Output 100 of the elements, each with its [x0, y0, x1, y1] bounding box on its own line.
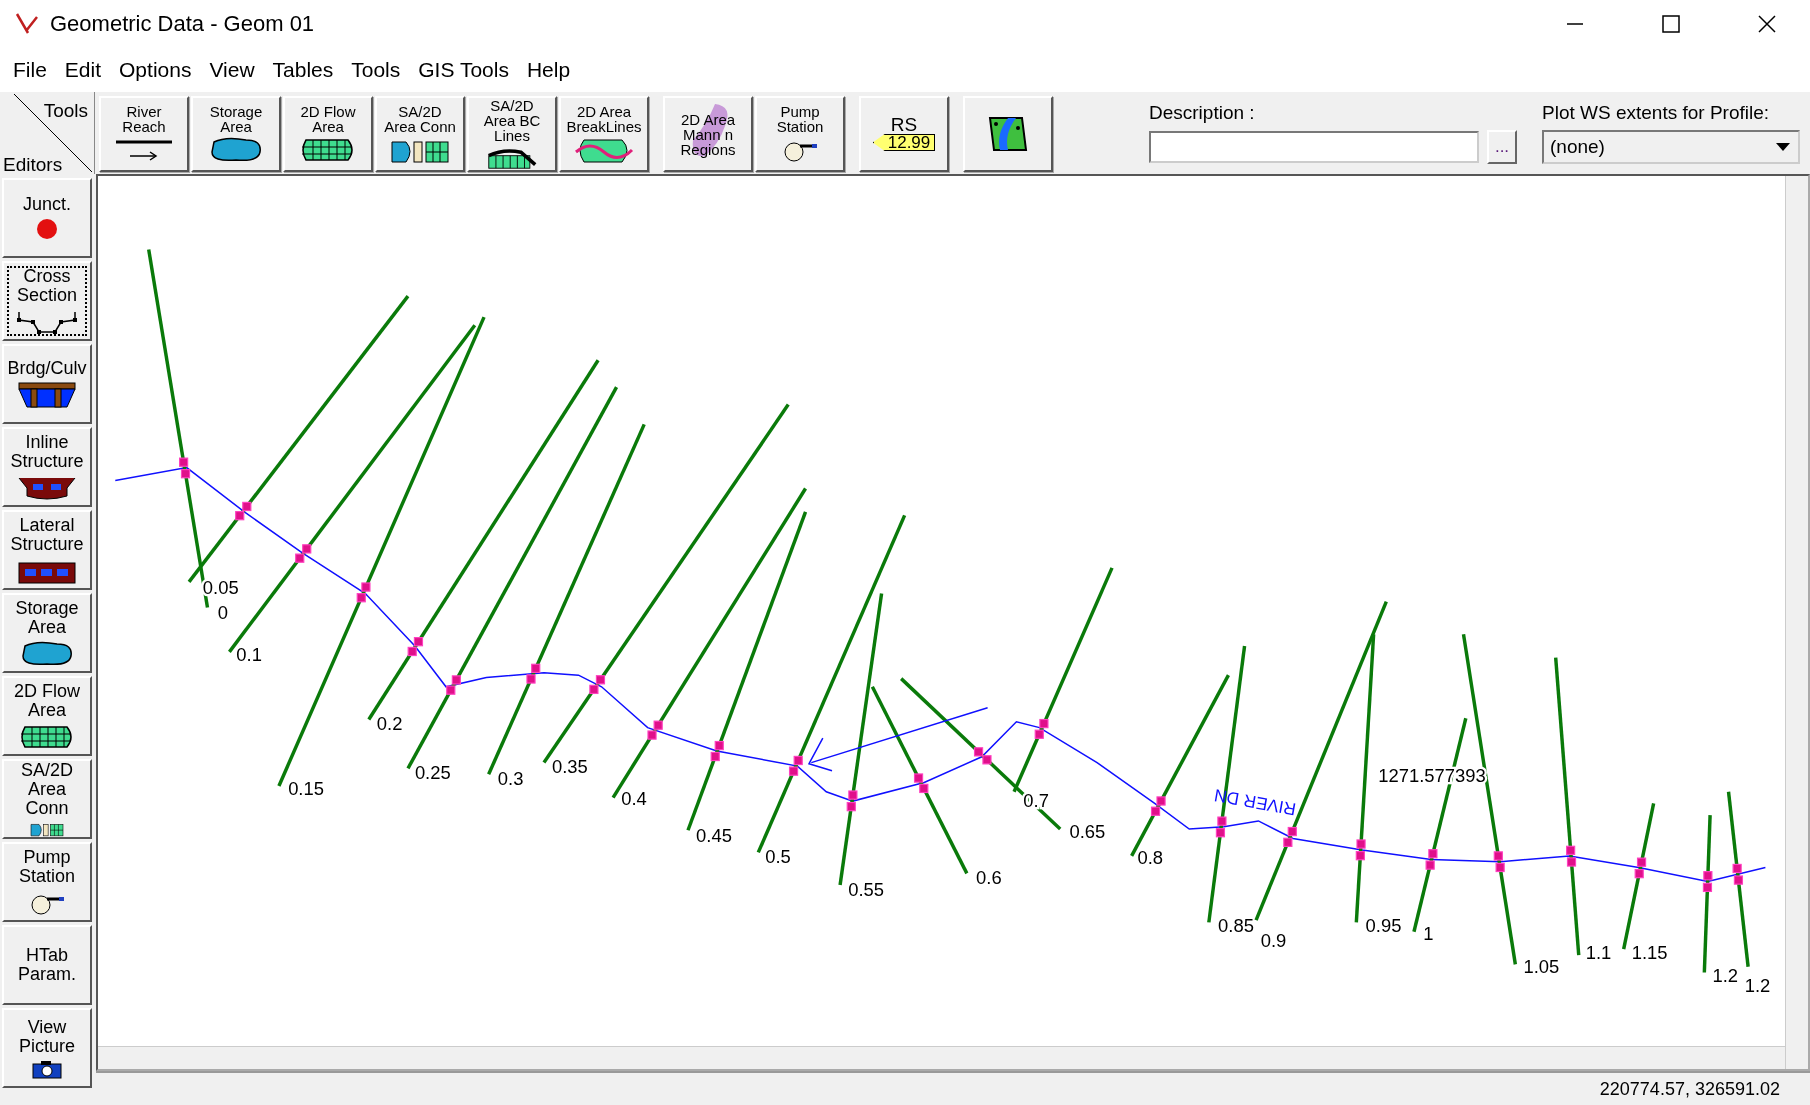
- node-marker: [710, 751, 720, 762]
- editor-button[interactable]: HTab Param.: [2, 925, 92, 1005]
- node-marker: [595, 675, 606, 685]
- node-marker: [1495, 862, 1505, 873]
- editor-button[interactable]: Brdg/Culv: [2, 344, 92, 424]
- tool-button[interactable]: 2D Area Mann n Regions: [663, 96, 753, 172]
- node-marker: [446, 685, 456, 695]
- profile-dropdown[interactable]: (none): [1542, 130, 1800, 164]
- node-marker: [589, 684, 599, 695]
- close-icon: [1757, 14, 1777, 34]
- node-marker: [1733, 875, 1744, 885]
- tool-button[interactable]: SA/2D Area BC Lines: [467, 96, 557, 172]
- station-label: 0.9: [1260, 929, 1287, 951]
- station-label: 0.35: [552, 756, 588, 778]
- menu-item[interactable]: View: [200, 58, 264, 82]
- dropdown-arrow-icon: [1776, 143, 1790, 151]
- node-marker: [1636, 857, 1647, 867]
- rs-button[interactable]: RS 12.99: [859, 96, 949, 172]
- node-marker: [1156, 796, 1166, 806]
- node-marker: [1034, 729, 1044, 739]
- bridge-icon: [17, 381, 77, 409]
- station-label: 0: [217, 602, 229, 624]
- node-marker: [242, 501, 252, 512]
- node-marker: [235, 511, 245, 521]
- station-label: 0.8: [1137, 846, 1163, 869]
- status-coordinates: 220774.57, 326591.02: [1599, 1078, 1780, 1100]
- station-label: 0.25: [414, 761, 451, 783]
- editor-button[interactable]: Cross Section: [2, 261, 92, 341]
- node-marker: [793, 755, 803, 766]
- tools-label: Tools: [43, 100, 88, 122]
- node-marker: [356, 593, 366, 603]
- description-label: Description :: [1149, 102, 1256, 124]
- camera-icon: [31, 1058, 63, 1079]
- breaklines-icon: [574, 136, 634, 164]
- node-marker: [973, 747, 984, 757]
- node-marker: [1283, 837, 1293, 847]
- menu-item[interactable]: Tools: [342, 58, 410, 82]
- minimize-icon: [1567, 23, 1583, 25]
- map-button[interactable]: [963, 96, 1053, 172]
- node-marker: [1287, 826, 1297, 837]
- station-label: 1.05: [1523, 955, 1560, 977]
- station-label: 0.6: [976, 866, 1002, 888]
- node-marker: [1493, 851, 1503, 861]
- junction-icon: [35, 217, 59, 241]
- tool-button[interactable]: 2D Flow Area: [283, 96, 373, 172]
- tool-button[interactable]: River Reach: [99, 96, 189, 172]
- editor-button[interactable]: View Picture: [2, 1008, 92, 1088]
- menu-item[interactable]: Help: [517, 58, 580, 82]
- maximize-icon: [1661, 14, 1681, 34]
- map-icon: [986, 114, 1030, 154]
- node-marker: [1634, 868, 1644, 879]
- node-marker: [714, 740, 724, 751]
- browse-button[interactable]: ...: [1487, 130, 1517, 164]
- node-marker: [1566, 857, 1577, 867]
- menu-item[interactable]: GIS Tools: [409, 58, 518, 82]
- node-marker: [1215, 828, 1226, 838]
- editor-button[interactable]: Inline Structure: [2, 427, 92, 507]
- node-marker: [1702, 882, 1713, 893]
- node-marker: [413, 637, 424, 647]
- editor-button[interactable]: Pump Station: [2, 842, 92, 922]
- description-field[interactable]: [1149, 131, 1479, 163]
- node-marker: [1428, 849, 1438, 859]
- node-marker: [788, 766, 799, 776]
- node-marker: [848, 790, 858, 800]
- station-label: 0.85: [1218, 914, 1254, 936]
- node-marker: [179, 457, 189, 467]
- editor-button[interactable]: Storage Area: [2, 593, 92, 673]
- node-marker: [647, 730, 657, 740]
- editor-button[interactable]: Lateral Structure: [2, 510, 92, 590]
- reach-label: RIVER DN: [1212, 785, 1298, 820]
- station-label: 0.2: [376, 712, 403, 734]
- tool-button[interactable]: Storage Area: [191, 96, 281, 172]
- menu-item[interactable]: Options: [110, 58, 201, 82]
- node-marker: [846, 801, 856, 812]
- menu-item[interactable]: Tables: [263, 58, 343, 82]
- tool-button[interactable]: SA/2D Area Conn: [375, 96, 465, 172]
- node-marker: [653, 720, 663, 730]
- station-label: 1.2: [1712, 964, 1738, 986]
- node-marker: [913, 773, 924, 783]
- menu-item[interactable]: Edit: [55, 58, 111, 82]
- editor-button[interactable]: 2D Flow Area: [2, 676, 92, 756]
- station-label: 1.1: [1585, 941, 1612, 963]
- editor-button[interactable]: SA/2D Area Conn: [2, 759, 92, 839]
- tool-button[interactable]: 2D Area BreakLines: [559, 96, 649, 172]
- node-marker: [1703, 871, 1713, 881]
- node-marker: [1039, 718, 1049, 729]
- station-label: 0.5: [765, 845, 791, 867]
- node-marker: [451, 675, 461, 685]
- station-label: 0.45: [696, 824, 732, 846]
- tool-button[interactable]: Pump Station: [755, 96, 845, 172]
- station-label: 1.2: [1744, 975, 1771, 997]
- station-label: 0.55: [848, 878, 884, 900]
- node-marker: [1732, 863, 1742, 874]
- editors-label: Editors: [3, 154, 63, 176]
- node-marker: [919, 783, 929, 794]
- menu-item[interactable]: File: [4, 58, 56, 82]
- station-label: 0.15: [288, 778, 324, 800]
- node-marker: [531, 663, 541, 673]
- editor-button[interactable]: Junct.: [2, 178, 92, 258]
- station-label: 0.3: [497, 767, 524, 789]
